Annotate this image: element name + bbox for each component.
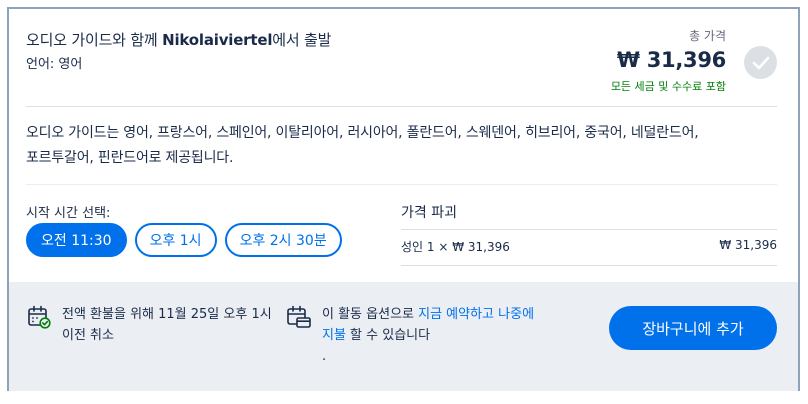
time-option-1300[interactable]: 오후 1시 bbox=[134, 223, 217, 257]
reserve-text-tail: . bbox=[322, 349, 327, 364]
divider bbox=[401, 229, 777, 230]
option-description: 오디오 가이드는 영어, 프랑스어, 스페인어, 이탈리아어, 러시아어, 폴란… bbox=[26, 125, 699, 166]
reserve-now-text: 이 활동 옵션으로 지금 예약하고 나중에 지불 할 수 있습니다. bbox=[322, 304, 536, 367]
reserve-now-feature: 이 활동 옵션으로 지금 예약하고 나중에 지불 할 수 있습니다. bbox=[286, 304, 536, 367]
time-option-1430[interactable]: 오후 2시 30분 bbox=[224, 223, 342, 257]
add-to-cart-button[interactable]: 장바구니에 추가 bbox=[609, 306, 777, 350]
divider bbox=[26, 184, 777, 185]
price-breakdown-title: 가격 파괴 bbox=[401, 205, 457, 221]
free-cancellation-feature: 전액 환불을 위해 11월 25일 오후 1시 이전 취소 bbox=[26, 304, 281, 346]
calendar-check-icon bbox=[28, 305, 51, 329]
total-price-label: 총 가격 bbox=[689, 29, 726, 43]
breakdown-row-amount: ₩ 31,396 bbox=[719, 238, 777, 252]
select-option-button[interactable] bbox=[744, 46, 777, 79]
divider bbox=[26, 106, 777, 107]
divider bbox=[401, 265, 777, 266]
check-icon bbox=[752, 56, 769, 69]
option-title-prefix: 오디오 가이드와 함께 bbox=[26, 31, 163, 49]
reserve-text-before: 이 활동 옵션으로 bbox=[322, 307, 419, 322]
total-price: ₩ 31,396 bbox=[616, 48, 726, 72]
activity-option-card: 오디오 가이드와 함께 Nikolaiviertel에서 출발 언어: 영어 총… bbox=[7, 7, 800, 391]
start-time-label: 시작 시간 선택: bbox=[26, 206, 111, 221]
option-title: 오디오 가이드와 함께 Nikolaiviertel에서 출발 bbox=[26, 29, 331, 50]
option-footer: 전액 환불을 위해 11월 25일 오후 1시 이전 취소 이 활동 옵션으로 … bbox=[9, 282, 798, 391]
time-option-1130[interactable]: 오전 11:30 bbox=[26, 223, 127, 257]
reserve-text-after: 할 수 있습니다 bbox=[345, 328, 431, 343]
free-cancellation-text: 전액 환불을 위해 11월 25일 오후 1시 이전 취소 bbox=[62, 307, 272, 343]
option-title-suffix: 에서 출발 bbox=[272, 31, 332, 49]
price-block: 총 가격 ₩ 31,396 모든 세금 및 수수료 포함 bbox=[611, 27, 726, 94]
price-tax-note: 모든 세금 및 수수료 포함 bbox=[610, 80, 726, 93]
option-language: 언어: 영어 bbox=[26, 57, 83, 72]
start-time-options: 오전 11:30 오후 1시 오후 2시 30분 bbox=[26, 223, 342, 257]
calendar-card-icon bbox=[287, 305, 311, 328]
option-title-place: Nikolaiviertel bbox=[162, 31, 273, 49]
option-header: 오디오 가이드와 함께 Nikolaiviertel에서 출발 언어: 영어 총… bbox=[9, 9, 798, 107]
breakdown-row-label: 성인 1 × ₩ 31,396 bbox=[401, 240, 510, 254]
price-breakdown-row: 성인 1 × ₩ 31,396 ₩ 31,396 bbox=[401, 238, 777, 255]
